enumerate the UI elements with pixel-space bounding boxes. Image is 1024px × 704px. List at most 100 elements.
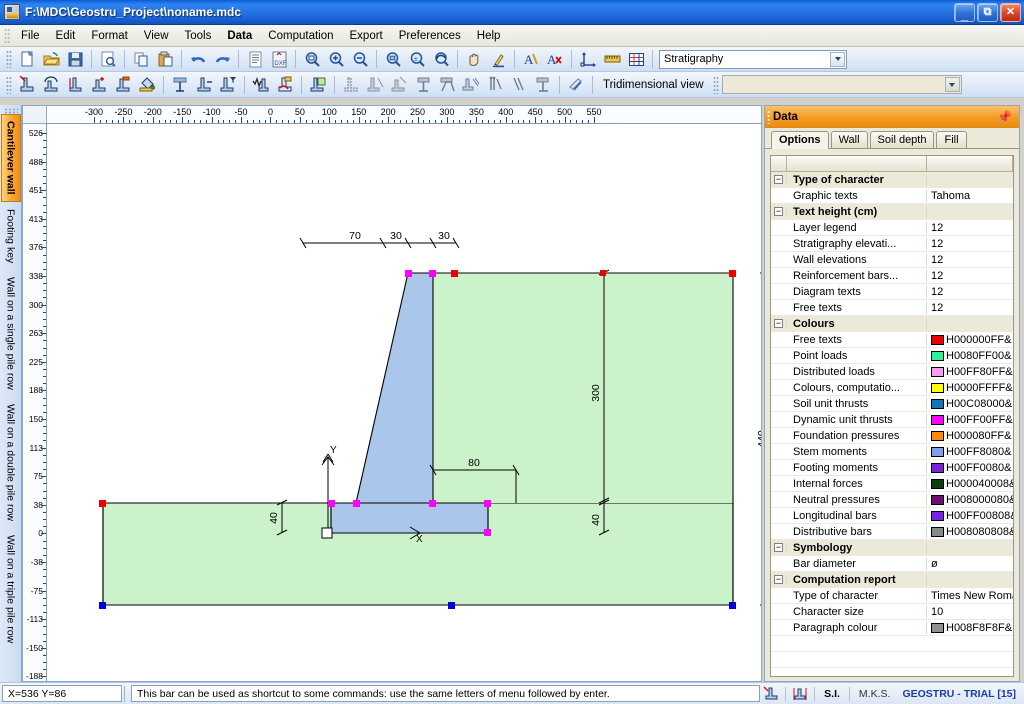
- menu-item-format[interactable]: Format: [83, 27, 135, 45]
- property-value-cell[interactable]: Tahoma: [927, 190, 1013, 202]
- toolbar-grip-icon[interactable]: [712, 75, 719, 94]
- vertical-ruler[interactable]: 526 488 451 413 376 338 300 263 225 188 150 113 75 38…: [23, 124, 47, 681]
- menu-item-preferences[interactable]: Preferences: [391, 27, 469, 45]
- sidebar-item-double-pile-row[interactable]: Wall on a double pile row: [1, 397, 21, 528]
- menu-item-edit[interactable]: Edit: [48, 27, 84, 45]
- wall-check-icon[interactable]: [565, 74, 587, 95]
- pin-icon[interactable]: 📌: [997, 110, 1012, 124]
- tridimensional-view-label[interactable]: Tridimensional view: [597, 79, 710, 91]
- property-row[interactable]: Diagram texts 12: [771, 284, 1013, 300]
- property-category-row[interactable]: − Text height (cm): [771, 204, 1013, 220]
- restore-button[interactable]: ⧉: [977, 2, 998, 22]
- wall-arc-icon[interactable]: [40, 74, 62, 95]
- copy-icon[interactable]: [130, 49, 152, 70]
- property-row[interactable]: Stem moments H00FF8080&: [771, 444, 1013, 460]
- property-row[interactable]: Colours, computatio... H0000FFFF&: [771, 380, 1013, 396]
- property-category-row[interactable]: − Computation report: [771, 572, 1013, 588]
- seismic-icon[interactable]: [250, 74, 272, 95]
- property-value-cell[interactable]: H0000FFFF&: [927, 382, 1013, 394]
- text-delete-icon[interactable]: A: [544, 49, 566, 70]
- zoom-in-icon[interactable]: [325, 49, 347, 70]
- print-preview-icon[interactable]: [97, 49, 119, 70]
- tab-wall[interactable]: Wall: [830, 131, 868, 148]
- horizontal-ruler[interactable]: -300 -250 -200 -150 -100 -50 0 50 100 150 200 250 30…: [47, 106, 761, 124]
- soil-layer-icon[interactable]: [193, 74, 215, 95]
- panel-grip-icon[interactable]: [767, 110, 771, 124]
- colour-swatch[interactable]: [931, 398, 944, 409]
- property-value-cell[interactable]: H00FF00808&: [927, 510, 1013, 522]
- minimize-button[interactable]: _: [954, 2, 975, 22]
- property-value-cell[interactable]: 10: [927, 606, 1013, 618]
- colour-swatch[interactable]: [931, 382, 944, 393]
- property-value-cell[interactable]: H000040008&: [927, 478, 1013, 490]
- property-row[interactable]: Wall elevations 12: [771, 252, 1013, 268]
- tab-soil-depth[interactable]: Soil depth: [869, 131, 935, 148]
- wall-color-icon[interactable]: [307, 74, 329, 95]
- collapse-toggle-icon[interactable]: −: [771, 319, 787, 328]
- redo-icon[interactable]: [211, 49, 233, 70]
- colour-swatch[interactable]: [931, 622, 944, 633]
- zoom-scale-icon[interactable]: ±: [406, 49, 428, 70]
- wall-bars1-icon[interactable]: [484, 74, 506, 95]
- property-row[interactable]: Layer legend 12: [771, 220, 1013, 236]
- wall-load-icon[interactable]: [16, 74, 38, 95]
- property-row[interactable]: Dynamic unit thrusts H00FF00FF&: [771, 412, 1013, 428]
- ruler-icon[interactable]: [601, 49, 623, 70]
- property-value-cell[interactable]: H00FF00FF&: [927, 414, 1013, 426]
- paste-icon[interactable]: [154, 49, 176, 70]
- colour-swatch[interactable]: [931, 526, 944, 537]
- property-row[interactable]: Bar diameter ø: [771, 556, 1013, 572]
- colour-swatch[interactable]: [931, 366, 944, 377]
- colour-swatch[interactable]: [931, 494, 944, 505]
- wall-section-drawing[interactable]: 70 30 30 300 40 440 80 40 Y X: [48, 125, 761, 681]
- sidebar-item-footing-key[interactable]: Footing key: [1, 202, 21, 270]
- property-row[interactable]: Point loads H0080FF00&: [771, 348, 1013, 364]
- redraw-icon[interactable]: [487, 49, 509, 70]
- property-row[interactable]: Paragraph colour H008F8F8F&: [771, 620, 1013, 636]
- menu-grip-icon[interactable]: [4, 27, 11, 44]
- paint-wall-icon[interactable]: [274, 74, 296, 95]
- property-row[interactable]: Neutral pressures H008000080&: [771, 492, 1013, 508]
- close-button[interactable]: ✕: [1000, 2, 1021, 22]
- fill-bucket-icon[interactable]: [136, 74, 158, 95]
- property-value-cell[interactable]: H000080FF&: [927, 430, 1013, 442]
- open-folder-icon[interactable]: [40, 49, 62, 70]
- menu-item-file[interactable]: File: [13, 27, 48, 45]
- menu-item-help[interactable]: Help: [469, 27, 509, 45]
- sidebar-item-single-pile-row[interactable]: Wall on a single pile row: [1, 270, 21, 397]
- report-icon[interactable]: [244, 49, 266, 70]
- wall-flag-icon[interactable]: [112, 74, 134, 95]
- stratigraphy-combo[interactable]: Stratigraphy: [659, 49, 847, 69]
- property-value-cell[interactable]: H000000FF&: [927, 334, 1013, 346]
- wall-stem-icon[interactable]: [64, 74, 86, 95]
- sidebar-item-triple-pile-row[interactable]: Wall on a triple pile row: [1, 528, 21, 650]
- export-dxf-icon[interactable]: DXF: [268, 49, 290, 70]
- property-row[interactable]: Character size 10: [771, 604, 1013, 620]
- property-value-cell[interactable]: 12: [927, 238, 1013, 250]
- chevron-down-icon[interactable]: [944, 77, 960, 92]
- property-row[interactable]: Type of character Times New Roman: [771, 588, 1013, 604]
- tridimensional-combo[interactable]: [721, 75, 962, 94]
- colour-swatch[interactable]: [931, 462, 944, 473]
- collapse-toggle-icon[interactable]: −: [771, 575, 787, 584]
- wall-base-icon[interactable]: [412, 74, 434, 95]
- sidebar-item-cantilever-wall[interactable]: Cantilever wall: [0, 114, 21, 202]
- menu-item-export[interactable]: Export: [342, 27, 391, 45]
- property-value-cell[interactable]: H00C08000&: [927, 398, 1013, 410]
- collapse-toggle-icon[interactable]: −: [771, 543, 787, 552]
- menu-item-view[interactable]: View: [136, 27, 177, 45]
- zoom-out-icon[interactable]: [349, 49, 371, 70]
- colour-swatch[interactable]: [931, 510, 944, 521]
- undo-icon[interactable]: [187, 49, 209, 70]
- system-label[interactable]: M.K.S.: [853, 688, 897, 700]
- property-value-cell[interactable]: 12: [927, 302, 1013, 314]
- toolbar-grip-icon[interactable]: [6, 50, 12, 68]
- tab-options[interactable]: Options: [771, 131, 829, 149]
- wall-diag-icon[interactable]: [532, 74, 554, 95]
- soil-hatch-icon[interactable]: [169, 74, 191, 95]
- property-value-cell[interactable]: H00FF0080&: [927, 462, 1013, 474]
- wall-grid-icon[interactable]: [340, 74, 362, 95]
- menu-item-computation[interactable]: Computation: [260, 27, 341, 45]
- colour-swatch[interactable]: [931, 334, 944, 345]
- property-row[interactable]: Distributive bars H008080808&: [771, 524, 1013, 540]
